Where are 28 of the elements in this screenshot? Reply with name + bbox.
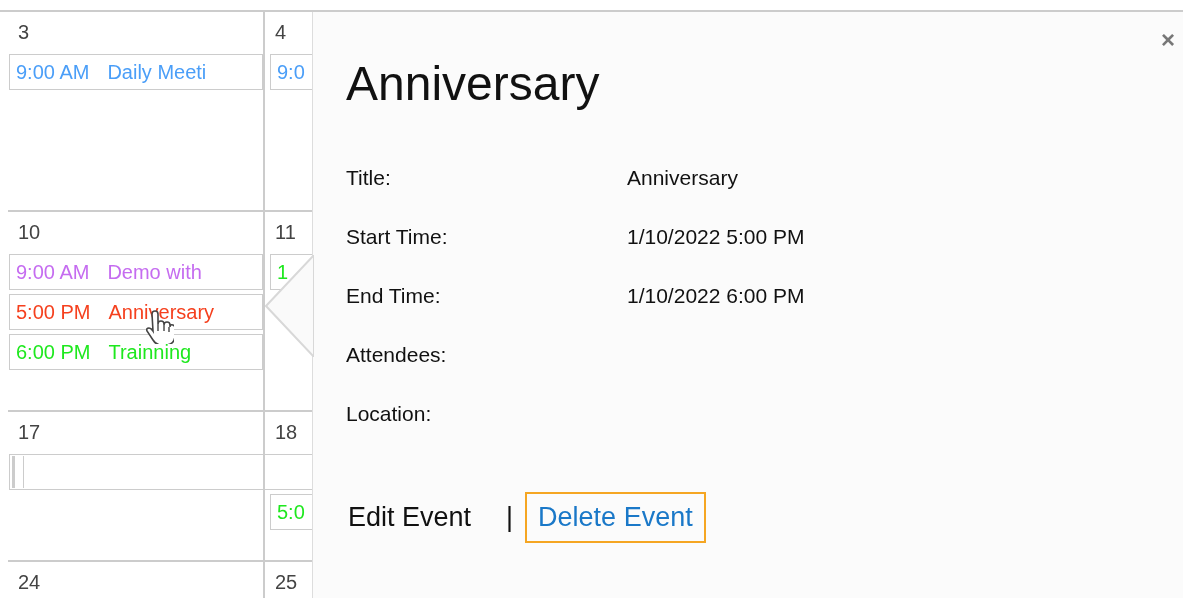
day-number: 18 [274, 420, 299, 445]
day-number: 17 [17, 420, 42, 445]
event-chip[interactable]: 9:0 [270, 54, 312, 90]
multi-day-event-bar[interactable] [9, 454, 312, 490]
separator: | [506, 502, 514, 533]
popup-title: Anniversary [346, 56, 600, 112]
action-link[interactable]: Edit Event [346, 492, 485, 543]
day-number: 3 [17, 20, 31, 45]
field-label: Location: [346, 401, 432, 426]
day-number: 25 [274, 570, 299, 595]
field-label: End Time: [346, 283, 441, 308]
field-label: Attendees: [346, 342, 447, 367]
event-chip[interactable]: 6:00 PM Trainning [9, 334, 263, 370]
field-label: Start Time: [346, 224, 448, 249]
field-value: 1/10/2022 5:00 PM [627, 224, 805, 249]
day-number: 24 [17, 570, 42, 595]
event-chip[interactable]: 9:00 AM Daily Meeti [9, 54, 263, 90]
close-button[interactable]: × [1161, 28, 1175, 52]
event-chip[interactable]: 5:00 PM Anniversary [9, 294, 263, 330]
action-link[interactable]: Delete Event [525, 492, 706, 543]
day-number: 10 [17, 220, 42, 245]
field-value: Anniversary [627, 165, 738, 190]
event-chip[interactable]: 5:0 [270, 494, 312, 530]
field-label: Title: [346, 165, 391, 190]
event-chip[interactable]: 9:00 AM Demo with [9, 254, 263, 290]
field-value: 1/10/2022 6:00 PM [627, 283, 805, 308]
day-number: 11 [274, 220, 297, 245]
day-number: 4 [274, 20, 288, 45]
